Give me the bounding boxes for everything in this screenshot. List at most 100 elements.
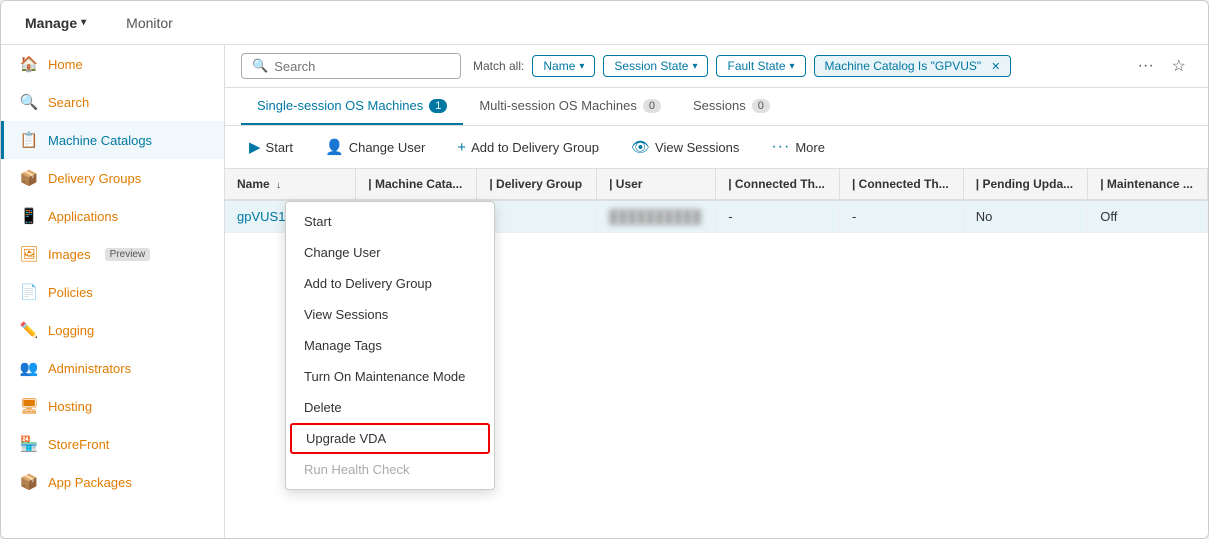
administrators-icon: 👥	[20, 359, 38, 377]
context-menu-item-manage-tags[interactable]: Manage Tags	[286, 330, 494, 361]
tab-multi-session-label: Multi-session OS Machines	[479, 98, 637, 113]
cell-connected-th2: -	[839, 200, 963, 233]
more-label: More	[795, 140, 825, 155]
chip-machine-catalog-label: Machine Catalog Is "GPVUS"	[825, 59, 982, 73]
tab-sessions[interactable]: Sessions 0	[677, 88, 786, 125]
chevron-down-icon: ▾	[579, 61, 584, 72]
col-maintenance: | Maintenance ...	[1088, 169, 1208, 200]
images-icon: 🖼	[20, 245, 38, 263]
cell-connected-th1: -	[716, 200, 840, 233]
search-box[interactable]: 🔍	[241, 53, 461, 79]
tab-multi-session-badge: 0	[643, 99, 661, 113]
sidebar-label-hosting: Hosting	[48, 399, 92, 414]
col-connected-th2: | Connected Th...	[839, 169, 963, 200]
preview-badge: Preview	[105, 248, 151, 261]
match-all-label: Match all:	[473, 59, 524, 73]
chip-name-label: Name	[543, 59, 575, 73]
sidebar-item-policies[interactable]: 📄 Policies	[1, 273, 224, 311]
start-button[interactable]: ▶ Start	[241, 134, 301, 160]
star-icon[interactable]: ☆	[1166, 54, 1192, 78]
app-container: Manage ▾ Monitor 🏠 Home 🔍 Search 📋 Machi…	[0, 0, 1209, 539]
sidebar-label-policies: Policies	[48, 285, 93, 300]
sidebar-label-machine-catalogs: Machine Catalogs	[48, 133, 152, 148]
sidebar-label-home: Home	[48, 57, 83, 72]
main-layout: 🏠 Home 🔍 Search 📋 Machine Catalogs 📦 Del…	[1, 45, 1208, 538]
sidebar-item-logging[interactable]: ✏️ Logging	[1, 311, 224, 349]
sidebar: 🏠 Home 🔍 Search 📋 Machine Catalogs 📦 Del…	[1, 45, 225, 538]
tab-multi-session[interactable]: Multi-session OS Machines 0	[463, 88, 677, 125]
sidebar-item-applications[interactable]: 📱 Applications	[1, 197, 224, 235]
sidebar-label-search: Search	[48, 95, 89, 110]
cell-pending-upda: No	[963, 200, 1087, 233]
tabs-bar: Single-session OS Machines 1 Multi-sessi…	[225, 88, 1208, 126]
policies-icon: 📄	[20, 283, 38, 301]
filter-chip-session-state[interactable]: Session State ▾	[603, 55, 708, 77]
tab-sessions-label: Sessions	[693, 98, 746, 113]
filter-chip-machine-catalog[interactable]: Machine Catalog Is "GPVUS" ✕	[814, 55, 1012, 77]
cell-maintenance: Off	[1088, 200, 1208, 233]
search-icon-filter: 🔍	[252, 58, 268, 74]
sidebar-item-home[interactable]: 🏠 Home	[1, 45, 224, 83]
nav-monitor[interactable]: Monitor	[118, 11, 181, 35]
view-sessions-button[interactable]: 👁 View Sessions	[623, 134, 747, 160]
logging-icon: ✏️	[20, 321, 38, 339]
sort-icon: ↓	[276, 180, 281, 191]
sidebar-label-delivery-groups: Delivery Groups	[48, 171, 141, 186]
tab-single-session-label: Single-session OS Machines	[257, 98, 423, 113]
applications-icon: 📱	[20, 207, 38, 225]
table-header-row: Name ↓ | Machine Cata... | Delivery Grou…	[225, 169, 1208, 200]
more-dots-icon: ···	[771, 138, 790, 156]
action-bar: ▶ Start 👤 Change User + Add to Delivery …	[225, 126, 1208, 169]
close-icon[interactable]: ✕	[991, 60, 1000, 73]
more-button[interactable]: ··· More	[763, 134, 833, 160]
nav-manage[interactable]: Manage ▾	[17, 11, 94, 35]
search-input[interactable]	[274, 59, 450, 74]
more-options-icon[interactable]: ···	[1132, 55, 1160, 77]
sidebar-item-delivery-groups[interactable]: 📦 Delivery Groups	[1, 159, 224, 197]
monitor-label: Monitor	[126, 15, 173, 31]
context-menu-item-delete[interactable]: Delete	[286, 392, 494, 423]
sidebar-label-applications: Applications	[48, 209, 118, 224]
search-icon: 🔍	[20, 93, 38, 111]
chip-session-state-label: Session State	[614, 59, 688, 73]
storefront-icon: 🏪	[20, 435, 38, 453]
tab-single-session[interactable]: Single-session OS Machines 1	[241, 88, 463, 125]
context-menu-item-turn-on-maintenance[interactable]: Turn On Maintenance Mode	[286, 361, 494, 392]
context-menu-item-change-user[interactable]: Change User	[286, 237, 494, 268]
col-name: Name ↓	[225, 169, 356, 200]
sidebar-item-app-packages[interactable]: 📦 App Packages	[1, 463, 224, 501]
filter-bar: 🔍 Match all: Name ▾ Session State ▾ Faul…	[225, 45, 1208, 88]
context-menu-item-add-to-delivery-group[interactable]: Add to Delivery Group	[286, 268, 494, 299]
home-icon: 🏠	[20, 55, 38, 73]
delivery-groups-icon: 📦	[20, 169, 38, 187]
cell-user: ██████████	[597, 200, 716, 233]
start-label: Start	[266, 140, 293, 155]
filter-chip-fault-state[interactable]: Fault State ▾	[716, 55, 805, 77]
hosting-icon: 🖥	[20, 397, 38, 415]
sidebar-label-logging: Logging	[48, 323, 94, 338]
sidebar-item-hosting[interactable]: 🖥 Hosting	[1, 387, 224, 425]
col-connected-th1: | Connected Th...	[716, 169, 840, 200]
sidebar-item-administrators[interactable]: 👥 Administrators	[1, 349, 224, 387]
machine-catalogs-icon: 📋	[20, 131, 38, 149]
sidebar-item-images[interactable]: 🖼 Images Preview	[1, 235, 224, 273]
context-menu-item-view-sessions[interactable]: View Sessions	[286, 299, 494, 330]
change-user-button[interactable]: 👤 Change User	[317, 134, 433, 160]
add-to-delivery-group-label: Add to Delivery Group	[471, 140, 599, 155]
sidebar-item-machine-catalogs[interactable]: 📋 Machine Catalogs	[1, 121, 224, 159]
sidebar-label-images: Images	[48, 247, 91, 262]
chevron-down-icon-2: ▾	[692, 61, 697, 72]
col-machine-catalog: | Machine Cata...	[356, 169, 477, 200]
sidebar-item-search[interactable]: 🔍 Search	[1, 83, 224, 121]
app-packages-icon: 📦	[20, 473, 38, 491]
chevron-down-icon: ▾	[81, 17, 86, 28]
chip-fault-state-label: Fault State	[727, 59, 785, 73]
sidebar-item-storefront[interactable]: 🏪 StoreFront	[1, 425, 224, 463]
filter-chip-name[interactable]: Name ▾	[532, 55, 595, 77]
sidebar-label-app-packages: App Packages	[48, 475, 132, 490]
chevron-down-icon-3: ▾	[790, 61, 795, 72]
start-icon: ▶	[249, 138, 261, 156]
add-to-delivery-group-button[interactable]: + Add to Delivery Group	[449, 135, 607, 160]
context-menu-item-upgrade-vda[interactable]: Upgrade VDA	[290, 423, 490, 454]
context-menu-item-start[interactable]: Start	[286, 206, 494, 237]
